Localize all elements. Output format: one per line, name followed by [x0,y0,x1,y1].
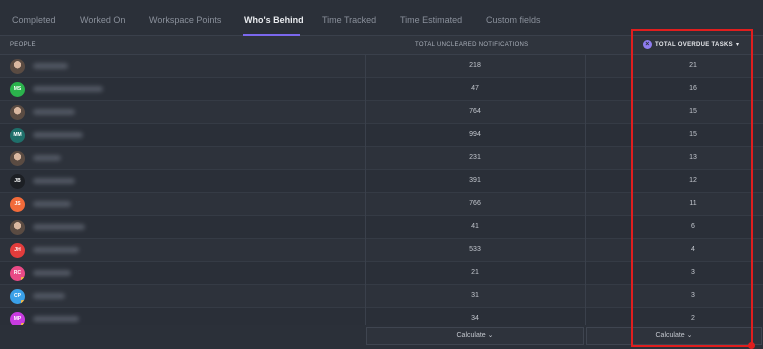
table-row[interactable]: 231 13 [0,147,763,170]
notifications-count: 21 [471,269,479,276]
overdue-count: 3 [691,269,695,276]
notifications-count: 34 [471,315,479,322]
calculate-overdue-button[interactable]: Calculate ⌄ [586,327,762,345]
notifications-count: 994 [469,131,481,138]
status-badge [21,277,25,281]
status-badge [21,300,25,304]
table-row[interactable]: CP 31 3 [0,285,763,308]
person-name-redacted [33,247,79,253]
overdue-count: 13 [689,154,697,161]
table-row[interactable]: JH 533 4 [0,239,763,262]
avatar[interactable] [10,220,25,235]
avatar[interactable]: JH [10,243,25,258]
table-row[interactable]: RC 21 3 [0,262,763,285]
avatar[interactable] [10,151,25,166]
person-name-redacted [33,270,71,276]
sort-chevron-icon[interactable]: ▾ [736,41,739,48]
person-name-redacted [33,224,85,230]
overdue-count: 3 [691,292,695,299]
calculate-notifications-button[interactable]: Calculate ⌄ [366,327,584,345]
overdue-count: 16 [689,85,697,92]
avatar[interactable]: MM [10,128,25,143]
person-name-redacted [33,132,83,138]
overdue-count: 15 [689,108,697,115]
notifications-count: 31 [471,292,479,299]
x-circle-icon[interactable]: × [643,40,652,49]
column-header-people[interactable]: PEOPLE [10,42,36,48]
table-row[interactable]: 218 21 [0,55,763,78]
person-name-redacted [33,63,68,69]
column-divider [585,55,586,349]
calculate-row: Calculate ⌄ Calculate ⌄ [0,325,763,349]
notifications-count: 47 [471,85,479,92]
table-row[interactable]: 764 15 [0,101,763,124]
overdue-count: 21 [689,62,697,69]
person-name-redacted [33,155,61,161]
notifications-count: 218 [469,62,481,69]
column-header-overdue[interactable]: × TOTAL OVERDUE TASKS ▾ [643,40,739,49]
notifications-count: 231 [469,154,481,161]
overdue-count: 11 [689,200,697,207]
table-row[interactable]: JS 766 11 [0,193,763,216]
avatar[interactable]: RC [10,266,25,281]
tab-worked-on[interactable]: Worked On [80,15,125,25]
notifications-count: 41 [471,223,479,230]
notifications-count: 766 [469,200,481,207]
avatar[interactable] [10,105,25,120]
notifications-count: 391 [469,177,481,184]
highlight-resize-handle [748,342,755,349]
tab-custom-fields[interactable]: Custom fields [486,15,541,25]
overdue-count: 12 [689,177,697,184]
person-name-redacted [33,201,71,207]
overdue-count: 6 [691,223,695,230]
tab-bar: Completed Worked On Workspace Points Who… [0,0,763,36]
tab-time-tracked[interactable]: Time Tracked [322,15,376,25]
person-name-redacted [33,316,79,322]
avatar[interactable] [10,59,25,74]
tab-completed[interactable]: Completed [12,15,56,25]
notifications-count: 764 [469,108,481,115]
table-row[interactable]: MM 994 15 [0,124,763,147]
column-divider [365,55,366,349]
avatar[interactable]: CP [10,289,25,304]
overdue-count: 2 [691,315,695,322]
notifications-count: 533 [469,246,481,253]
table-row[interactable]: JB 391 12 [0,170,763,193]
person-name-redacted [33,178,75,184]
column-header-notifications[interactable]: TOTAL UNCLEARED NOTIFICATIONS [415,42,529,48]
overdue-count: 15 [689,131,697,138]
table-row[interactable]: MS 47 16 [0,78,763,101]
table-row[interactable]: 41 6 [0,216,763,239]
column-header-overdue-label: TOTAL OVERDUE TASKS [655,41,733,48]
person-name-redacted [33,293,65,299]
tab-workspace-points[interactable]: Workspace Points [149,15,221,25]
person-name-redacted [33,109,75,115]
tab-time-estimated[interactable]: Time Estimated [400,15,462,25]
person-name-redacted [33,86,103,92]
table-header: PEOPLE TOTAL UNCLEARED NOTIFICATIONS × T… [0,36,763,55]
avatar[interactable]: MS [10,82,25,97]
avatar[interactable]: JS [10,197,25,212]
tab-whos-behind[interactable]: Who's Behind [244,15,304,25]
avatar[interactable]: JB [10,174,25,189]
overdue-count: 4 [691,246,695,253]
